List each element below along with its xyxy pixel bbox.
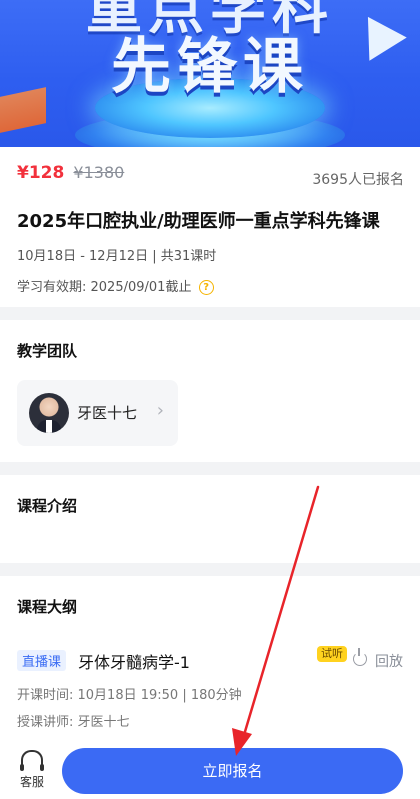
live-tag: 直播课 [17, 650, 67, 671]
course-validity: 学习有效期: 2025/09/01截止 [17, 280, 192, 295]
avatar [29, 393, 69, 433]
course-validity-row: 学习有效期: 2025/09/01截止 ? [17, 276, 214, 295]
lesson-teacher: 授课讲师: 牙医十七 [17, 715, 130, 730]
teacher-card[interactable]: 牙医十七 › [17, 380, 178, 446]
lesson-item[interactable]: 直播课 牙体牙髓病学-1 试听 回放 [17, 646, 403, 672]
chevron-right-icon: › [156, 400, 164, 421]
customer-service-button[interactable]: 客服 [14, 750, 50, 790]
replay-icon [353, 648, 367, 666]
sale-price: ¥128 [17, 163, 65, 183]
headset-icon [20, 750, 44, 771]
banner-title-main: 先锋课 [111, 32, 309, 102]
teaching-team-card: 教学团队 牙医十七 › [0, 320, 420, 462]
help-icon[interactable]: ? [198, 280, 214, 295]
lesson-time: 开课时间: 10月18日 19:50 | 180分钟 [17, 688, 242, 703]
customer-service-label: 客服 [19, 775, 44, 789]
original-price: ¥1380 [73, 163, 125, 182]
replay-button[interactable]: 回放 [375, 651, 403, 671]
enrolled-count: 3695人已报名 [312, 172, 404, 188]
course-banner: 重点学科 先锋课 [0, 0, 420, 147]
team-section-title: 教学团队 [17, 342, 78, 360]
course-schedule: 10月18日 - 12月12日 | 共31课时 [17, 249, 217, 264]
teacher-name: 牙医十七 [77, 404, 138, 422]
lesson-name: 牙体牙髓病学-1 [78, 653, 190, 672]
intro-section-title: 课程介绍 [17, 497, 78, 515]
course-intro-card: 课程介绍 [0, 475, 420, 563]
outline-section-title: 课程大纲 [17, 598, 78, 616]
course-info-card: ¥128 ¥1380 3695人已报名 2025年口腔执业/助理医师一重点学科先… [0, 147, 420, 307]
price-row: ¥128 ¥1380 [17, 163, 124, 183]
trial-badge: 试听 [317, 646, 347, 662]
course-title: 2025年口腔执业/助理医师一重点学科先锋课 [17, 211, 380, 232]
enroll-now-button[interactable]: 立即报名 [62, 748, 403, 794]
